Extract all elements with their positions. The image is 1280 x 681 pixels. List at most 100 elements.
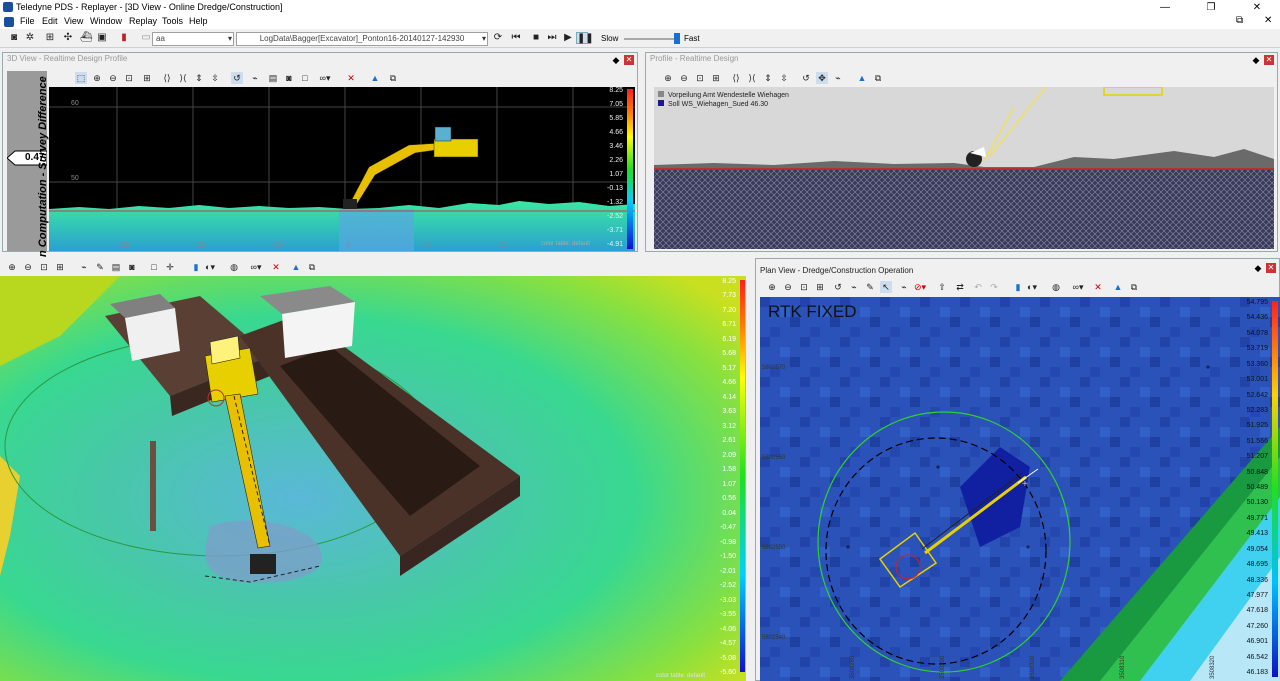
crosshair-icon[interactable]: ✛ xyxy=(164,261,176,273)
rotate-icon[interactable]: ↺ xyxy=(231,72,243,84)
rotate-icon[interactable]: ↺ xyxy=(832,281,844,293)
close-child-icon[interactable]: ✕ xyxy=(1264,15,1272,26)
zoom-extents-icon[interactable]: ⊞ xyxy=(141,72,153,84)
restore-child-icon[interactable]: ⧉ xyxy=(1236,15,1243,26)
delete-icon[interactable]: ✕ xyxy=(270,261,282,273)
zoom-out-icon[interactable]: ⊖ xyxy=(678,72,690,84)
window-icon[interactable]: ⧉ xyxy=(387,72,399,84)
menu-replay[interactable]: Replay xyxy=(129,16,157,26)
play-icon[interactable]: ▶ xyxy=(562,32,574,44)
measure-icon[interactable]: ⌁ xyxy=(78,261,90,273)
palette-icon[interactable]: ◐▾ xyxy=(1026,281,1038,293)
camera-icon[interactable]: ◙ xyxy=(8,32,20,44)
undo-icon[interactable]: ↶ xyxy=(972,281,984,293)
speed-slider-thumb[interactable] xyxy=(674,33,680,44)
profile-canvas[interactable]: Vorpeilung Amt Wendestelle Wiehagen Soll… xyxy=(654,87,1274,249)
link-icon[interactable]: ∞▾ xyxy=(250,261,262,273)
expand-v-icon[interactable]: ⇕ xyxy=(193,72,205,84)
edit-icon[interactable]: ✎ xyxy=(864,281,876,293)
skip-forward-icon[interactable]: ⏭ xyxy=(546,32,558,44)
pin-icon[interactable]: ◆ xyxy=(1253,263,1263,273)
settings-icon[interactable]: ✲ xyxy=(24,32,36,44)
transfer-icon[interactable]: ⇄ xyxy=(954,281,966,293)
expand-h-icon[interactable]: ⟨⟩ xyxy=(730,72,742,84)
record-icon[interactable]: ▮ xyxy=(118,32,130,44)
shrink-v-icon[interactable]: ⇳ xyxy=(778,72,790,84)
zoom-in-icon[interactable]: ⊕ xyxy=(662,72,674,84)
delete-icon[interactable]: ✕ xyxy=(1092,281,1104,293)
shrink-h-icon[interactable]: ⟩⟨ xyxy=(177,72,189,84)
stop-icon[interactable]: ■ xyxy=(530,32,542,44)
minimize-button[interactable]: — xyxy=(1142,0,1188,15)
profile-3d-canvas[interactable]: -30 -20 -10 0 10 20 60 50 color table: d… xyxy=(49,87,635,251)
rotate-icon[interactable]: ↺ xyxy=(800,72,812,84)
window-icon[interactable]: ⧉ xyxy=(1128,281,1140,293)
zoom-window-icon[interactable]: ⊡ xyxy=(694,72,706,84)
zoom-window-icon[interactable]: ⊡ xyxy=(798,281,810,293)
delete-icon[interactable]: ✕ xyxy=(345,72,357,84)
zoom-window-icon[interactable]: ⊡ xyxy=(123,72,135,84)
layers-icon[interactable]: ▲ xyxy=(290,261,302,273)
pointer-icon[interactable]: ↖ xyxy=(880,281,892,293)
pin-icon[interactable]: ◆ xyxy=(611,55,621,65)
menu-edit[interactable]: Edit xyxy=(42,16,58,26)
menu-file[interactable]: File xyxy=(20,16,35,26)
frame-icon[interactable]: □ xyxy=(148,261,160,273)
redo-icon[interactable]: ↷ xyxy=(988,281,1000,293)
network-icon[interactable]: ⊞ xyxy=(44,32,56,44)
zoom-extents-icon[interactable]: ⊞ xyxy=(710,72,722,84)
zoom-out-icon[interactable]: ⊖ xyxy=(782,281,794,293)
speed-slider-track[interactable] xyxy=(624,38,678,40)
zoom-window-icon[interactable]: ⊡ xyxy=(38,261,50,273)
panel-close-button[interactable]: ✕ xyxy=(1266,263,1276,273)
snapshot-icon[interactable]: ◙ xyxy=(126,261,138,273)
grid-icon[interactable]: ▤ xyxy=(110,261,122,273)
scene-3d-canvas[interactable]: color table: default 8.25 7.73 7.20 6.71 6.1… xyxy=(0,276,746,681)
layers-icon[interactable]: ▲ xyxy=(856,72,868,84)
zoom-extents-icon[interactable]: ⊞ xyxy=(814,281,826,293)
zoom-in-icon[interactable]: ⊕ xyxy=(6,261,18,273)
filter-icon[interactable]: ⊘▾ xyxy=(914,281,926,293)
measure-icon[interactable]: ⌁ xyxy=(848,281,860,293)
profile-icon[interactable]: ▭ xyxy=(140,32,152,44)
zoom-in-icon[interactable]: ⊕ xyxy=(766,281,778,293)
panel-close-button[interactable]: ✕ xyxy=(1264,55,1274,65)
zoom-extents-icon[interactable]: ⊞ xyxy=(54,261,66,273)
snapshot-icon[interactable]: ◙ xyxy=(283,72,295,84)
draw-icon[interactable]: ⌁ xyxy=(898,281,910,293)
window-icon[interactable]: ⧉ xyxy=(872,72,884,84)
pin-icon[interactable]: ◆ xyxy=(1251,55,1261,65)
maximize-button[interactable]: ❐ xyxy=(1188,0,1234,15)
grid-icon[interactable]: ▤ xyxy=(267,72,279,84)
log-file-combo[interactable]: LogData\Bagger[Excavator]_Ponton16-20140… xyxy=(236,32,488,46)
menu-help[interactable]: Help xyxy=(189,16,208,26)
pan-icon[interactable]: ✥ xyxy=(816,72,828,84)
measure-icon[interactable]: ⌁ xyxy=(249,72,261,84)
zoom-out-icon[interactable]: ⊖ xyxy=(107,72,119,84)
frame-icon[interactable]: □ xyxy=(299,72,311,84)
link-icon[interactable]: ∞▾ xyxy=(1072,281,1084,293)
layers-icon[interactable]: ▲ xyxy=(369,72,381,84)
plan-canvas[interactable]: + RTK FIXED 5802570 5802560 5802550 5802… xyxy=(760,297,1280,681)
window-icon[interactable]: ⧉ xyxy=(306,261,318,273)
menu-window[interactable]: Window xyxy=(90,16,122,26)
expand-v-icon[interactable]: ⇕ xyxy=(762,72,774,84)
replay-settings-icon[interactable]: ⟳ xyxy=(492,32,504,44)
skip-back-icon[interactable]: ⏮ xyxy=(510,32,522,44)
globe-icon[interactable]: ◍ xyxy=(1050,281,1062,293)
zoom-out-icon[interactable]: ⊖ xyxy=(22,261,34,273)
palette-icon[interactable]: ◐▾ xyxy=(204,261,216,273)
vehicle-icon[interactable]: ▣ xyxy=(96,32,108,44)
link-icon[interactable]: ∞▾ xyxy=(319,72,331,84)
menu-tools[interactable]: Tools xyxy=(162,16,183,26)
gps-icon[interactable]: ✣ xyxy=(62,32,74,44)
globe-icon[interactable]: ◍ xyxy=(228,261,240,273)
close-button[interactable]: ✕ xyxy=(1234,0,1280,15)
shrink-h-icon[interactable]: ⟩⟨ xyxy=(746,72,758,84)
zoom-in-icon[interactable]: ⊕ xyxy=(91,72,103,84)
pause-icon[interactable]: ❚❚ xyxy=(576,32,594,44)
vessel-icon[interactable]: ⛴ xyxy=(80,32,93,44)
panel-close-button[interactable]: ✕ xyxy=(624,55,634,65)
color-bar-icon[interactable]: ▮ xyxy=(190,261,202,273)
edit-icon[interactable]: ✎ xyxy=(94,261,106,273)
